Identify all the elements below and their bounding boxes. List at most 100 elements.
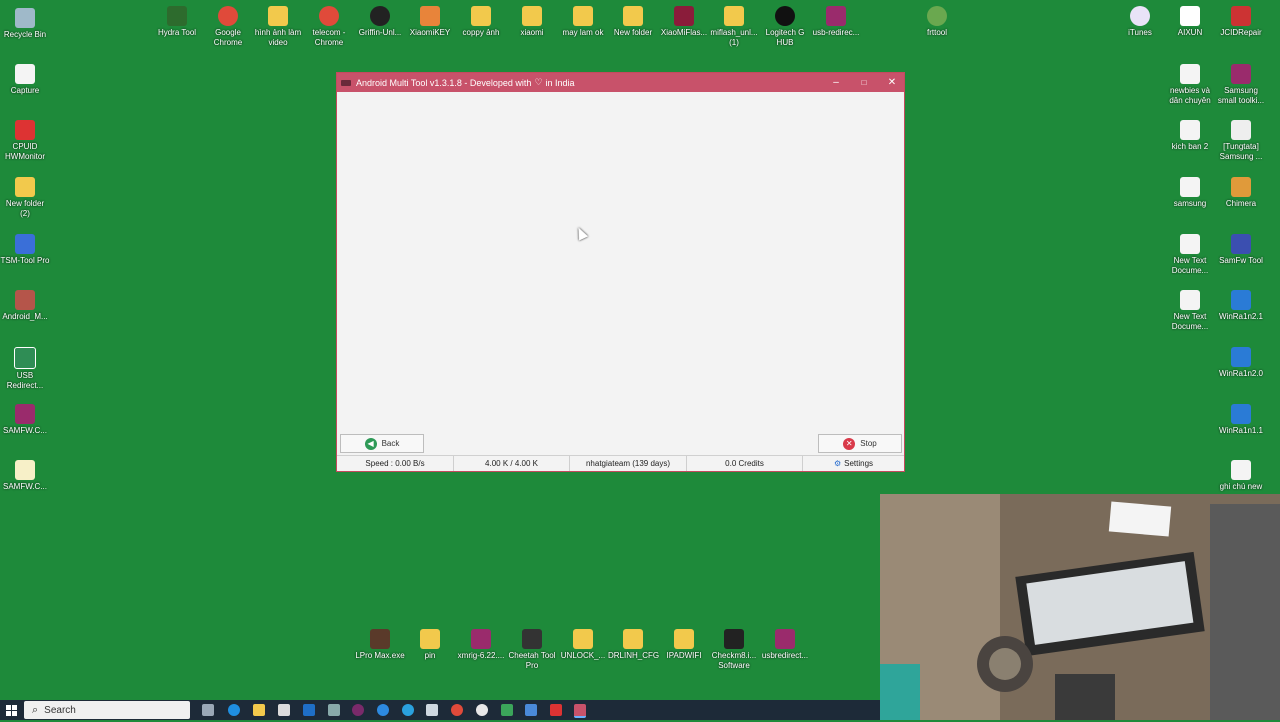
desktop-icon-unlock[interactable]: UNLOCK_... bbox=[558, 629, 608, 661]
browser-icon[interactable] bbox=[377, 704, 389, 716]
start-button[interactable] bbox=[6, 704, 18, 716]
minimize-button[interactable]: – bbox=[822, 73, 850, 92]
desktop-icon-label: WinRa1n1.1 bbox=[1218, 426, 1264, 435]
xiaomikey-icon bbox=[420, 6, 440, 26]
desktop-icon-label: SAMFW.C... bbox=[3, 426, 47, 435]
desktop-icon-label: New Text Docume... bbox=[1171, 256, 1209, 275]
desktop-icon-drlinh[interactable]: DRLINH_CFG bbox=[608, 629, 659, 661]
desktop-icon-samfw-tool[interactable]: SamFw Tool bbox=[1216, 234, 1266, 266]
desktop-icon-chimera[interactable]: Chimera bbox=[1216, 177, 1266, 209]
desktop-icon-xmrig[interactable]: xmrig-6.22.... bbox=[456, 629, 506, 661]
folder-icon bbox=[623, 6, 643, 26]
app-icon[interactable] bbox=[501, 704, 513, 716]
tool-icon[interactable] bbox=[328, 704, 340, 716]
window-titlebar[interactable]: Android Multi Tool v1.3.1.8 - Developed … bbox=[337, 73, 904, 92]
mail-icon[interactable] bbox=[303, 704, 315, 716]
app-icon[interactable] bbox=[525, 704, 537, 716]
desktop-icon-tsm-tool[interactable]: TSM-Tool Pro bbox=[0, 234, 50, 266]
settings-button[interactable]: ⚙ Settings bbox=[803, 456, 904, 471]
file-explorer-icon[interactable] bbox=[253, 704, 265, 716]
desktop-icon-hydra[interactable]: Hydra Tool bbox=[152, 6, 202, 38]
griffin-icon bbox=[370, 6, 390, 26]
desktop-icon-pin[interactable]: pin bbox=[405, 629, 455, 661]
desktop-icon-frttool[interactable]: frttool bbox=[912, 6, 962, 38]
file-icon bbox=[1180, 290, 1200, 310]
edge-icon[interactable] bbox=[228, 704, 240, 716]
frttool-icon bbox=[927, 6, 947, 26]
desktop-icon-samfw-1[interactable]: SAMFW.C... bbox=[0, 404, 50, 436]
desktop-icon-lpro[interactable]: LPro Max.exe bbox=[355, 629, 405, 661]
window-title-suffix: in India bbox=[545, 77, 575, 88]
desktop-icon-jcidrepair[interactable]: JCIDRepair bbox=[1216, 6, 1266, 38]
window-content: ◀ Back ✕ Stop Speed : 0.00 B/s 4.00 K / … bbox=[337, 92, 904, 471]
desktop-icon-ghi-chu[interactable]: ghi chú new bbox=[1216, 460, 1266, 492]
desktop-icon-label: Checkm8.i... Software bbox=[711, 651, 757, 670]
desktop-icon-cheetah[interactable]: Cheetah Tool Pro bbox=[507, 629, 557, 671]
app-icon bbox=[341, 79, 351, 86]
chrome-icon[interactable] bbox=[451, 704, 463, 716]
file-icon bbox=[1180, 234, 1200, 254]
app-icon[interactable] bbox=[476, 704, 488, 716]
back-button[interactable]: ◀ Back bbox=[340, 434, 424, 453]
hwmonitor-icon bbox=[15, 120, 35, 140]
app-icon[interactable] bbox=[550, 704, 562, 716]
telegram-icon[interactable] bbox=[402, 704, 414, 716]
desktop-icon-usb-redirec[interactable]: usb-redirec... bbox=[811, 6, 861, 38]
desktop-icon-samsung[interactable]: samsung bbox=[1165, 177, 1215, 209]
desktop-icon-hinh-anh[interactable]: hình ảnh làm video bbox=[253, 6, 303, 48]
desktop-icon-may-lam-ok[interactable]: may lam ok bbox=[558, 6, 608, 38]
window-title-prefix: Android Multi Tool v1.3.1.8 - Developed … bbox=[356, 77, 532, 88]
desktop-icon-recycle-bin[interactable]: Recycle Bin bbox=[0, 8, 50, 40]
desktop-icon-new-text-1[interactable]: New Text Docume... bbox=[1165, 234, 1215, 276]
desktop-icon-telecom[interactable]: telecom - Chrome bbox=[304, 6, 354, 48]
close-button[interactable]: ✕ bbox=[878, 73, 906, 92]
desktop-icon-xiaomiflash[interactable]: XiaoMiFlas... bbox=[659, 6, 709, 38]
desktop-icon-logitech[interactable]: Logitech G HUB bbox=[760, 6, 810, 48]
app-icon[interactable] bbox=[352, 704, 364, 716]
cheetah-icon bbox=[522, 629, 542, 649]
desktop-icon-new-text-2[interactable]: New Text Docume... bbox=[1165, 290, 1215, 332]
desktop-icon-winra1n-11[interactable]: WinRa1n1.1 bbox=[1216, 404, 1266, 436]
desktop-icon-newbies[interactable]: newbies và dân chuyên bbox=[1165, 64, 1215, 106]
desktop-icon-label: Google Chrome bbox=[213, 28, 243, 47]
desktop-icon-griffin[interactable]: Griffin-Unl... bbox=[355, 6, 405, 38]
desktop-icon-winra1n-21[interactable]: WinRa1n2.1 bbox=[1216, 290, 1266, 322]
desktop-icon-itunes[interactable]: iTunes bbox=[1115, 6, 1165, 38]
desktop-icon-capture[interactable]: Capture bbox=[0, 64, 50, 96]
store-icon[interactable] bbox=[278, 704, 290, 716]
desktop-icon-label: AIXUN bbox=[1177, 28, 1203, 37]
desktop-icon-xiaomikey[interactable]: XiaomiKEY bbox=[405, 6, 455, 38]
aixun-icon bbox=[1180, 6, 1200, 26]
notepad-icon[interactable] bbox=[426, 704, 438, 716]
stop-button[interactable]: ✕ Stop bbox=[818, 434, 902, 453]
desktop-icon-label: ghi chú new bbox=[1219, 482, 1263, 491]
desktop-icon-xiaomi[interactable]: xiaomi bbox=[507, 6, 557, 38]
desktop-icon-usb-redirect[interactable]: USB Redirect... bbox=[0, 347, 50, 391]
desktop-icon-label: JCIDRepair bbox=[1220, 28, 1262, 37]
desktop-icon-ipadwifi[interactable]: IPADWIFI bbox=[659, 629, 709, 661]
desktop-icon-winra1n-20[interactable]: WinRa1n2.0 bbox=[1216, 347, 1266, 379]
desktop-icon-cpuid[interactable]: CPUID HWMonitor bbox=[0, 120, 50, 162]
desktop-icon-kich-ban-2[interactable]: kich ban 2 bbox=[1165, 120, 1215, 152]
android-multi-tool-taskbar-icon[interactable] bbox=[574, 704, 586, 718]
desktop-icon-coppy-anh[interactable]: coppy ảnh bbox=[456, 6, 506, 38]
desktop-icon-samsung-toolkit[interactable]: Samsung small toolki... bbox=[1216, 64, 1266, 106]
task-view-icon[interactable] bbox=[202, 704, 214, 716]
heart-icon: ♡ bbox=[534, 77, 543, 87]
desktop-icon-tungtata[interactable]: [Tungtata] Samsung ... bbox=[1216, 120, 1266, 162]
desktop-icon-android-m[interactable]: Android_M... bbox=[0, 290, 50, 322]
desktop-icon-new-folder[interactable]: New folder bbox=[608, 6, 658, 38]
desktop-icon-new-folder-2[interactable]: New folder (2) bbox=[0, 177, 50, 219]
desktop-icon-miflash-unl[interactable]: miflash_unl... (1) bbox=[709, 6, 759, 48]
taskbar-search-input[interactable]: ⌕ Search bbox=[24, 701, 190, 719]
desktop-icon-label: WinRa1n2.0 bbox=[1218, 369, 1264, 378]
desktop-icon-checkm8[interactable]: Checkm8.i... Software bbox=[709, 629, 759, 671]
desktop-icon-chrome[interactable]: Google Chrome bbox=[203, 6, 253, 48]
file-icon bbox=[15, 460, 35, 480]
desktop-icon-usbredirect[interactable]: usbredirect... bbox=[760, 629, 810, 661]
desktop-icon-label: New folder (2) bbox=[5, 199, 45, 218]
maximize-button[interactable]: □ bbox=[850, 73, 878, 92]
desktop-icon-samfw-2[interactable]: SAMFW.C... bbox=[0, 460, 50, 492]
desktop-icon-aixun[interactable]: AIXUN bbox=[1165, 6, 1215, 38]
file-icon bbox=[1180, 177, 1200, 197]
